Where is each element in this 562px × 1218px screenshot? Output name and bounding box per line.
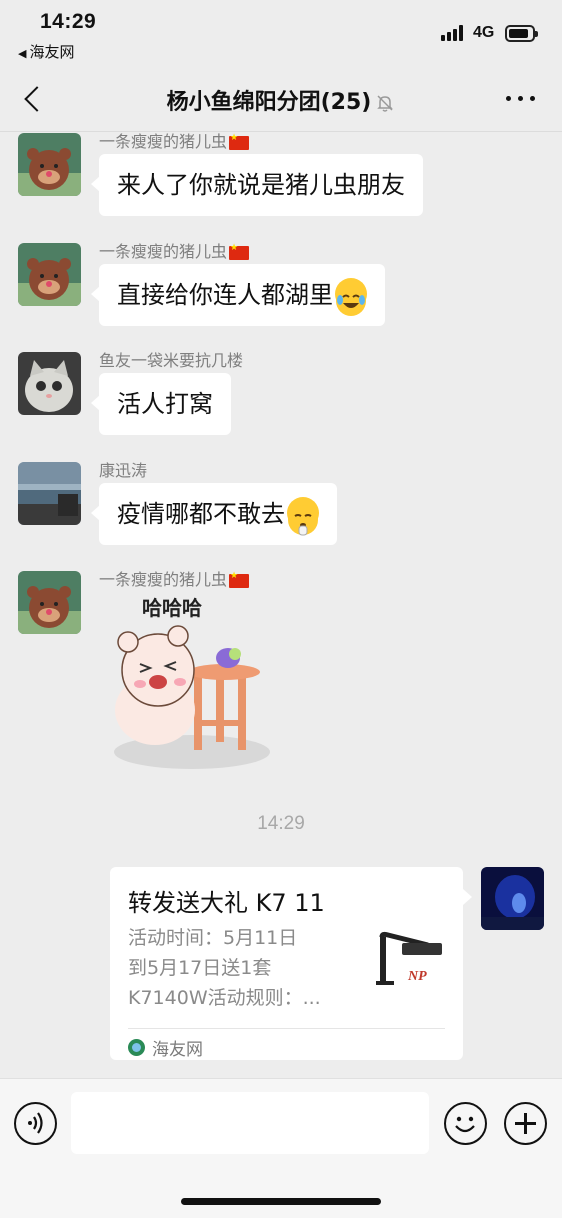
sender-name: 康迅涛 [99, 461, 148, 480]
back-app-label: 海友网 [29, 43, 75, 61]
card-desc-line: K7140W活动规则：... [128, 987, 321, 1009]
sender-name: 一条瘦瘦的猪儿虫 [99, 566, 250, 590]
cat-avatar[interactable] [18, 352, 81, 415]
voice-icon[interactable] [14, 1102, 57, 1145]
status-time: 14:29 [40, 10, 97, 33]
bear-avatar[interactable] [18, 571, 81, 634]
card-desc-line: 到5月17日送1套 [128, 957, 272, 979]
card-source: 海友网 [128, 1035, 203, 1060]
china-flag-icon [229, 243, 250, 260]
link-card[interactable]: 转发送大礼 K7 11 活动时间：5月11日 到5月17日送1套 K7140W活… [110, 867, 472, 1060]
network-type: 4G [473, 24, 495, 41]
card-title: 转发送大礼 K7 11 [128, 889, 325, 917]
emoji-face-icon[interactable] [444, 1102, 487, 1145]
message-input[interactable] [71, 1092, 429, 1154]
chat-timestamp: 14:29 [257, 813, 305, 834]
china-flag-icon [229, 133, 250, 150]
sender-name: 一条瘦瘦的猪儿虫 [99, 128, 250, 152]
card-divider [128, 1028, 445, 1029]
chat-title: 杨小鱼绵阳分团(25) [0, 84, 562, 116]
sender-name: 鱼友一袋米要抗几楼 [99, 351, 244, 370]
source-logo-icon [128, 1039, 145, 1056]
card-source-label: 海友网 [152, 1040, 203, 1060]
chat-title-text: 杨小鱼绵阳分团(25) [166, 90, 372, 115]
more-dots-icon[interactable] [506, 96, 536, 102]
message-bubble[interactable]: 直接给你连人都湖里 [91, 264, 385, 326]
input-bar [0, 1078, 562, 1218]
card-desc-line: 活动时间：5月11日 [128, 927, 298, 949]
bear-avatar[interactable] [18, 243, 81, 306]
back-triangle-icon: ◀ [18, 47, 27, 60]
message-text: 直接给你连人都湖里 [117, 281, 333, 309]
bear-avatar[interactable] [18, 133, 81, 196]
sender-name: 一条瘦瘦的猪儿虫 [99, 238, 250, 262]
shush-emoji-icon [287, 497, 319, 536]
card-description: 活动时间：5月11日 到5月17日送1套 K7140W活动规则：... [128, 923, 352, 1013]
china-flag-icon [229, 571, 250, 588]
bell-off-icon [377, 95, 394, 112]
seascape-avatar[interactable] [18, 462, 81, 525]
chat-nav-bar: 杨小鱼绵阳分团(25) [0, 66, 562, 132]
back-to-app-link[interactable]: ◀ 海友网 [18, 41, 74, 62]
message-bubble[interactable]: 疫情哪都不敢去 [91, 483, 337, 545]
message-bubble[interactable]: 来人了你就说是猪儿虫朋友 [91, 154, 423, 216]
my-avatar[interactable] [481, 867, 544, 930]
status-bar: 14:29 ◀ 海友网 4G [0, 0, 562, 66]
message-text: 来人了你就说是猪儿虫朋友 [117, 171, 405, 199]
bear-laughing-sticker[interactable]: 哈哈哈 [100, 592, 275, 774]
message-text: 活人打窝 [117, 390, 213, 418]
home-indicator[interactable] [181, 1198, 381, 1205]
laughing-tears-emoji-icon [335, 278, 367, 316]
message-text: 疫情哪都不敢去 [117, 500, 285, 528]
message-bubble[interactable]: 活人打窝 [91, 373, 231, 435]
thumb-brand-label: NP [408, 969, 427, 984]
battery-icon [505, 25, 538, 42]
plus-icon[interactable] [504, 1102, 547, 1145]
signal-icon [441, 25, 467, 41]
card-thumbnail: NP [372, 929, 448, 1005]
